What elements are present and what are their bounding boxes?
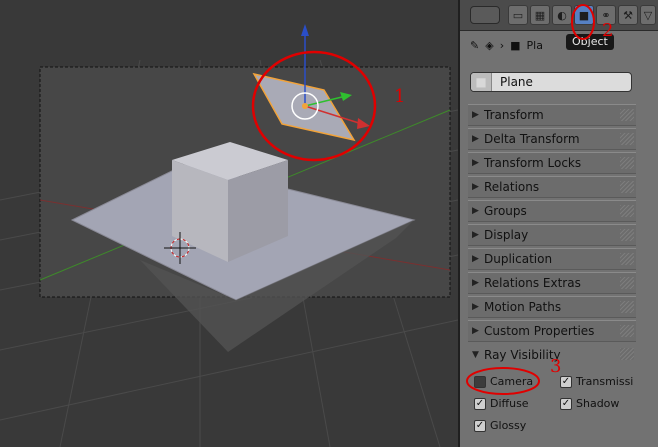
drag-handle-icon[interactable]	[620, 277, 634, 289]
panel-section-groups[interactable]: ▶ Groups	[468, 200, 636, 222]
annotation-label-1: 1	[394, 86, 406, 107]
drag-handle-icon[interactable]	[620, 253, 634, 265]
drag-handle-icon[interactable]	[620, 348, 634, 360]
panel-section-delta-transform[interactable]: ▶ Delta Transform	[468, 128, 636, 150]
properties-panel: ▭ ▦ ◐ ■ ⚭ ⚒ ▽ ✎ ◈ › ■ Pla Object ■ Plane…	[458, 0, 658, 447]
drag-handle-icon[interactable]	[620, 133, 634, 145]
modifiers-icon[interactable]: ⚒	[618, 5, 638, 25]
properties-header: ▭ ▦ ◐ ■ ⚭ ⚒ ▽	[460, 0, 658, 31]
collapsed-arrow-icon: ▶	[472, 206, 479, 216]
collapsed-arrow-icon: ▶	[472, 158, 479, 168]
panel-section-custom-properties[interactable]: ▶ Custom Properties	[468, 320, 636, 342]
collapsed-arrow-icon: ▶	[472, 134, 479, 144]
glossy-checkbox-box[interactable]: ✓	[474, 419, 486, 432]
panel-section-label: Transform	[484, 108, 544, 122]
shadow-label: Shadow	[576, 397, 620, 410]
breadcrumb-separator-icon: ›	[499, 38, 505, 52]
panel-section-label: Custom Properties	[484, 324, 595, 338]
3d-viewport[interactable]: 1	[0, 0, 458, 447]
collapsed-arrow-icon: ▶	[472, 110, 479, 120]
scene-icon: ◈	[485, 38, 494, 52]
collapsed-arrow-icon: ▶	[472, 278, 479, 288]
drag-handle-icon[interactable]	[620, 157, 634, 169]
drag-handle-icon[interactable]	[620, 205, 634, 217]
panel-section-label: Display	[484, 228, 529, 242]
z-arrow-icon	[301, 24, 309, 36]
shadow-checkbox[interactable]: ✓ Shadow	[560, 397, 619, 410]
glossy-checkbox[interactable]: ✓ Glossy	[474, 419, 526, 432]
panel-section-relations[interactable]: ▶ Relations	[468, 176, 636, 198]
render-icon[interactable]: ▭	[508, 5, 528, 25]
drag-handle-icon[interactable]	[620, 109, 634, 121]
camera-checkbox[interactable]: Camera	[474, 375, 533, 388]
object-cube-icon: ■	[471, 73, 492, 91]
shadow-checkbox-box[interactable]: ✓	[560, 397, 572, 410]
panel-section-display[interactable]: ▶ Display	[468, 224, 636, 246]
drag-handle-icon[interactable]	[620, 325, 634, 337]
pin-icon[interactable]: ✎	[470, 39, 479, 52]
object-name-value: Plane	[500, 75, 533, 89]
collapsed-arrow-icon: ▶	[472, 302, 479, 312]
expanded-arrow-icon: ▼	[472, 350, 479, 360]
panel-section-relations-extras[interactable]: ▶ Relations Extras	[468, 272, 636, 294]
glossy-label: Glossy	[490, 419, 527, 432]
diffuse-checkbox-box[interactable]: ✓	[474, 397, 486, 410]
panel-section-label: Relations Extras	[484, 276, 581, 290]
viewport-scene	[0, 24, 458, 447]
diffuse-checkbox[interactable]: ✓ Diffuse	[474, 397, 529, 410]
panel-section-label: Groups	[484, 204, 527, 218]
annotation-label-2: 2	[602, 20, 614, 41]
breadcrumb-object-name: Pla	[526, 38, 543, 52]
camera-checkbox-box[interactable]	[474, 375, 486, 388]
panel-section-duplication[interactable]: ▶ Duplication	[468, 248, 636, 270]
breadcrumb: ✎ ◈ › ■ Pla	[470, 34, 543, 56]
transmission-checkbox[interactable]: ✓ Transmissi	[560, 375, 633, 388]
collapsed-arrow-icon: ▶	[472, 230, 479, 240]
transmission-label: Transmissi	[576, 375, 634, 388]
diffuse-label: Diffuse	[490, 397, 529, 410]
collapsed-arrow-icon: ▶	[472, 254, 479, 264]
collapsed-arrow-icon: ▶	[472, 182, 479, 192]
panel-section-label: Relations	[484, 180, 540, 194]
world-icon[interactable]: ◐	[552, 5, 572, 25]
object-name-field[interactable]: ■ Plane	[470, 72, 632, 92]
camera-label: Camera	[490, 375, 534, 388]
panel-section-label: Delta Transform	[484, 132, 580, 146]
panel-section-label: Motion Paths	[484, 300, 562, 314]
object-origin	[302, 103, 308, 109]
render-layers-icon[interactable]: ▦	[530, 5, 550, 25]
panel-section-label: Duplication	[484, 252, 553, 266]
collapsed-arrow-icon: ▶	[472, 326, 479, 336]
data-icon[interactable]: ▽	[640, 5, 656, 25]
object-icon[interactable]: ■	[574, 5, 594, 25]
panel-section-transform[interactable]: ▶ Transform	[468, 104, 636, 126]
drag-handle-icon[interactable]	[620, 181, 634, 193]
panel-section-label: Transform Locks	[484, 156, 582, 170]
panel-section-motion-paths[interactable]: ▶ Motion Paths	[468, 296, 636, 318]
drag-handle-icon[interactable]	[620, 229, 634, 241]
editor-type-selector[interactable]	[470, 6, 500, 24]
panel-section-transform-locks[interactable]: ▶ Transform Locks	[468, 152, 636, 174]
object-cube-icon: ■	[510, 38, 521, 52]
annotation-label-3: 3	[550, 356, 562, 377]
drag-handle-icon[interactable]	[620, 301, 634, 313]
transmission-checkbox-box[interactable]: ✓	[560, 375, 572, 388]
